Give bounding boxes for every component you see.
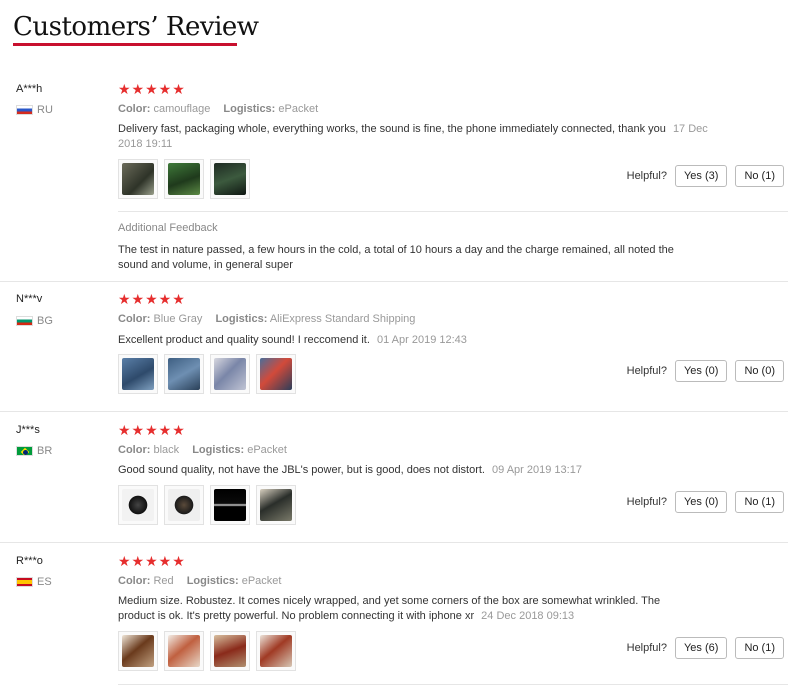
reviewer-country: BR bbox=[16, 445, 52, 457]
star-rating: ★★★★★ bbox=[118, 291, 186, 307]
review-body: Good sound quality, not have the JBL's p… bbox=[118, 464, 485, 476]
page-title: Customers’ Review bbox=[13, 12, 259, 42]
helpful-vote: Helpful? Yes (6) No (1) bbox=[627, 637, 784, 659]
divider bbox=[0, 411, 788, 412]
helpful-yes-button[interactable]: Yes (6) bbox=[674, 637, 728, 659]
divider bbox=[0, 281, 788, 282]
color-value: black bbox=[153, 444, 180, 456]
logistics-value: AliExpress Standard Shipping bbox=[269, 313, 416, 325]
color-label: Color: bbox=[118, 313, 151, 325]
review-photo-thumbnail[interactable] bbox=[210, 485, 250, 525]
color-label: Color: bbox=[118, 444, 151, 456]
additional-feedback-text: The test in nature passed, a few hours i… bbox=[118, 244, 674, 271]
country-code: BG bbox=[37, 315, 53, 327]
helpful-label: Helpful? bbox=[626, 365, 667, 377]
logistics-value: ePacket bbox=[278, 103, 319, 115]
reviewer-country: ES bbox=[16, 576, 52, 588]
color-value: camouflage bbox=[153, 103, 211, 115]
logistics-value: ePacket bbox=[241, 575, 282, 587]
review-photo-thumbnail[interactable] bbox=[118, 631, 158, 671]
helpful-no-button[interactable]: No (0) bbox=[735, 360, 784, 382]
brazil-flag-icon bbox=[16, 446, 33, 456]
review-meta: Color: camouflage Logistics: ePacket bbox=[118, 103, 318, 115]
helpful-vote: Helpful? Yes (0) No (0) bbox=[627, 360, 784, 382]
color-label: Color: bbox=[118, 575, 151, 587]
logistics-label: Logistics: bbox=[186, 575, 239, 587]
review-date: 24 Dec 2018 09:13 bbox=[481, 610, 575, 622]
helpful-yes-button[interactable]: Yes (0) bbox=[674, 360, 728, 382]
country-code: RU bbox=[37, 104, 53, 116]
color-label: Color: bbox=[118, 103, 151, 115]
logistics-value: ePacket bbox=[247, 444, 287, 456]
review-photo-thumbnail[interactable] bbox=[210, 159, 250, 199]
review-photos bbox=[118, 159, 250, 199]
review-photo-thumbnail[interactable] bbox=[210, 354, 250, 394]
review-photo-thumbnail[interactable] bbox=[164, 354, 204, 394]
star-rating: ★★★★★ bbox=[118, 553, 186, 569]
review-photo-thumbnail[interactable] bbox=[164, 631, 204, 671]
review-photo-thumbnail[interactable] bbox=[256, 354, 296, 394]
review-photos bbox=[118, 631, 296, 671]
star-rating: ★★★★★ bbox=[118, 422, 186, 438]
divider bbox=[0, 542, 788, 543]
review-meta: Color: Blue Gray Logistics: AliExpress S… bbox=[118, 313, 415, 325]
logistics-label: Logistics: bbox=[215, 313, 268, 325]
helpful-no-button[interactable]: No (1) bbox=[735, 491, 784, 513]
helpful-label: Helpful? bbox=[626, 170, 667, 182]
helpful-label: Helpful? bbox=[626, 496, 667, 508]
helpful-no-button[interactable]: No (1) bbox=[735, 165, 784, 187]
reviewer-name: R***o bbox=[16, 555, 43, 567]
review-date: 09 Apr 2019 13:17 bbox=[492, 464, 582, 476]
review-photo-thumbnail[interactable] bbox=[118, 354, 158, 394]
review-photo-thumbnail[interactable] bbox=[256, 631, 296, 671]
logistics-label: Logistics: bbox=[192, 444, 245, 456]
bulgaria-flag-icon bbox=[16, 316, 33, 326]
helpful-vote: Helpful? Yes (0) No (1) bbox=[627, 491, 784, 513]
review-photo-thumbnail[interactable] bbox=[256, 485, 296, 525]
logistics-label: Logistics: bbox=[223, 103, 276, 115]
additional-feedback-heading: Additional Feedback bbox=[118, 222, 218, 234]
review-body: Excellent product and quality sound! I r… bbox=[118, 334, 370, 346]
country-code: BR bbox=[37, 445, 53, 457]
review-text: Excellent product and quality sound! I r… bbox=[118, 333, 708, 348]
review-text: Medium size. Robustez. It comes nicely w… bbox=[118, 594, 688, 624]
helpful-yes-button[interactable]: Yes (3) bbox=[674, 165, 728, 187]
reviewer-country: BG bbox=[16, 315, 53, 327]
country-code: ES bbox=[37, 576, 52, 588]
review-body: Delivery fast, packaging whole, everythi… bbox=[118, 123, 666, 135]
review-photos bbox=[118, 485, 296, 525]
review-photos bbox=[118, 354, 296, 394]
review-text: Delivery fast, packaging whole, everythi… bbox=[118, 122, 708, 152]
color-value: Red bbox=[153, 575, 174, 587]
title-underline bbox=[13, 43, 237, 46]
helpful-vote: Helpful? Yes (3) No (1) bbox=[627, 165, 784, 187]
helpful-yes-button[interactable]: Yes (0) bbox=[674, 491, 728, 513]
divider bbox=[118, 211, 788, 212]
color-value: Blue Gray bbox=[153, 313, 203, 325]
spain-flag-icon bbox=[16, 577, 33, 587]
review-photo-thumbnail[interactable] bbox=[118, 485, 158, 525]
helpful-label: Helpful? bbox=[626, 642, 667, 654]
reviewer-name: N***v bbox=[16, 293, 43, 305]
helpful-no-button[interactable]: No (1) bbox=[735, 637, 784, 659]
review-photo-thumbnail[interactable] bbox=[164, 485, 204, 525]
review-meta: Color: black Logistics: ePacket bbox=[118, 444, 287, 456]
reviewer-name: J***s bbox=[16, 424, 40, 436]
review-text: Good sound quality, not have the JBL's p… bbox=[118, 463, 708, 478]
reviewer-name: A***h bbox=[16, 83, 43, 95]
russia-flag-icon bbox=[16, 105, 33, 115]
divider bbox=[118, 684, 788, 685]
reviewer-country: RU bbox=[16, 104, 53, 116]
star-rating: ★★★★★ bbox=[118, 81, 186, 97]
review-photo-thumbnail[interactable] bbox=[210, 631, 250, 671]
review-meta: Color: Red Logistics: ePacket bbox=[118, 575, 281, 587]
review-date: 01 Apr 2019 12:43 bbox=[376, 334, 467, 346]
review-photo-thumbnail[interactable] bbox=[164, 159, 204, 199]
review-body: Medium size. Robustez. It comes nicely w… bbox=[118, 595, 661, 622]
review-photo-thumbnail[interactable] bbox=[118, 159, 158, 199]
